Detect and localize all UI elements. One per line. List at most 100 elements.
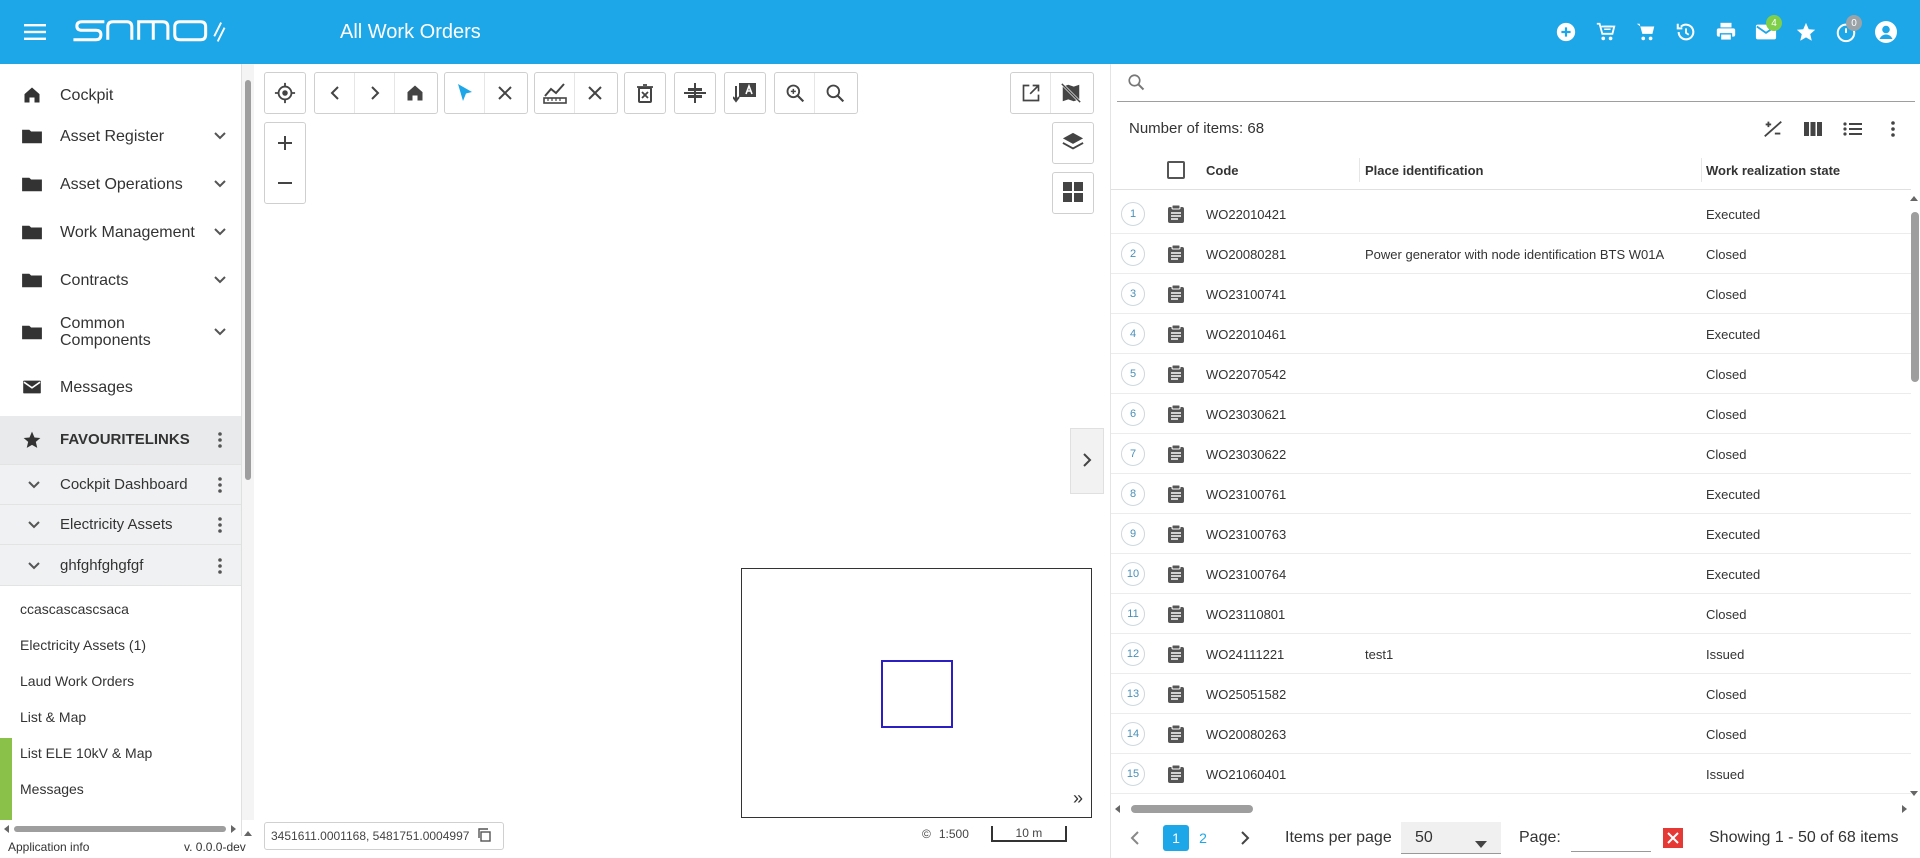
clipboard-icon[interactable] — [1165, 523, 1187, 545]
clear-map-icon[interactable] — [625, 73, 665, 113]
table-row[interactable]: 11 WO23110801 Closed — [1111, 594, 1911, 634]
row-number[interactable]: 12 — [1121, 642, 1145, 666]
table-row[interactable]: 7 WO23030622 Closed — [1111, 434, 1911, 474]
chevron-down-icon[interactable] — [22, 554, 46, 578]
layers-button[interactable] — [1052, 122, 1094, 164]
table-row[interactable]: 3 WO23100741 Closed — [1111, 274, 1911, 314]
table-row[interactable]: 15 WO21060401 Issued — [1111, 754, 1911, 794]
row-number[interactable]: 3 — [1121, 282, 1145, 306]
favourite-link[interactable]: Laud Work Orders — [20, 673, 134, 689]
close-icon[interactable] — [575, 73, 615, 113]
row-number[interactable]: 9 — [1121, 522, 1145, 546]
clipboard-icon[interactable] — [1165, 403, 1187, 425]
chevron-down-icon[interactable] — [210, 126, 230, 146]
row-number[interactable]: 15 — [1121, 762, 1145, 786]
clipboard-icon[interactable] — [1165, 203, 1187, 225]
sidebar-item-common-components[interactable]: Common Components — [0, 304, 240, 360]
search-field[interactable] — [1117, 64, 1915, 102]
table-row[interactable]: 10 WO23100764 Executed — [1111, 554, 1911, 594]
add-circle-icon[interactable] — [1546, 12, 1586, 52]
menu-icon[interactable] — [0, 0, 70, 64]
row-number[interactable]: 10 — [1121, 562, 1145, 586]
open-external-icon[interactable] — [1011, 73, 1051, 113]
chevron-down-icon[interactable] — [210, 322, 230, 342]
table-row[interactable]: 5 WO22070542 Closed — [1111, 354, 1911, 394]
locate-icon[interactable] — [265, 73, 305, 113]
favourite-link[interactable]: List ELE 10kV & Map — [20, 745, 152, 761]
chevron-down-icon[interactable] — [22, 473, 46, 497]
column-header-code[interactable]: Code — [1206, 163, 1239, 178]
zoom-search-icon[interactable] — [775, 73, 815, 113]
kebab-menu-icon[interactable] — [212, 515, 228, 535]
dashboard-button[interactable] — [1052, 172, 1094, 214]
sidebar-item-asset-register[interactable]: Asset Register — [0, 112, 240, 160]
row-number[interactable]: 8 — [1121, 482, 1145, 506]
chevron-left-icon[interactable] — [315, 73, 355, 113]
clipboard-icon[interactable] — [1165, 763, 1187, 785]
clipboard-icon[interactable] — [1165, 723, 1187, 745]
column-header-place[interactable]: Place identification — [1365, 163, 1483, 178]
row-number[interactable]: 14 — [1121, 722, 1145, 746]
row-number[interactable]: 1 — [1121, 202, 1145, 226]
chevron-down-icon[interactable] — [210, 270, 230, 290]
history-icon[interactable] — [1666, 12, 1706, 52]
overview-map[interactable]: » — [741, 568, 1092, 818]
kebab-menu-icon[interactable] — [212, 430, 228, 450]
table-row[interactable]: 1 WO22010421 Executed — [1111, 194, 1911, 234]
split-icon[interactable] — [675, 73, 715, 113]
collapse-panel-button[interactable] — [1070, 428, 1104, 494]
close-icon[interactable] — [485, 73, 525, 113]
map-view[interactable]: » 3451611.0001168, 5481751.0004997 © 1:50… — [258, 64, 1104, 858]
favourite-group-electricity-assets[interactable]: Electricity Assets — [0, 504, 241, 544]
overview-viewport[interactable] — [881, 660, 953, 728]
items-per-page-select[interactable]: 50 — [1401, 822, 1501, 854]
column-header-state[interactable]: Work realization state — [1706, 163, 1840, 178]
select-all-checkbox[interactable] — [1167, 161, 1185, 179]
favourite-link[interactable]: List & Map — [20, 709, 86, 725]
page-button-2[interactable]: 2 — [1193, 825, 1213, 851]
next-page-icon[interactable] — [1235, 825, 1255, 851]
table-row[interactable]: 12 WO24111221 test1 Issued — [1111, 634, 1911, 674]
clipboard-icon[interactable] — [1165, 483, 1187, 505]
table-vscrollbar-thumb[interactable] — [1911, 212, 1919, 382]
print-icon[interactable] — [1706, 12, 1746, 52]
search-icon[interactable] — [815, 73, 855, 113]
copy-icon[interactable] — [477, 827, 492, 845]
table-hscrollbar-thumb[interactable] — [1131, 805, 1253, 813]
chevron-down-icon[interactable] — [210, 222, 230, 242]
favourite-group-cockpit-dashboard[interactable]: Cockpit Dashboard — [0, 464, 241, 504]
zoom-in-button[interactable] — [265, 123, 305, 163]
table-row[interactable]: 9 WO23100763 Executed — [1111, 514, 1911, 554]
sidebar-item-asset-operations[interactable]: Asset Operations — [0, 160, 240, 208]
favourite-group-ghfghfghgfgf[interactable]: ghfghfghgfgf — [0, 544, 241, 586]
prev-page-icon[interactable] — [1125, 825, 1145, 851]
clear-page-icon[interactable] — [1663, 828, 1683, 848]
clipboard-icon[interactable] — [1165, 443, 1187, 465]
row-number[interactable]: 13 — [1121, 682, 1145, 706]
account-icon[interactable] — [1866, 12, 1906, 52]
measure-icon[interactable] — [535, 73, 575, 113]
chevron-right-icon[interactable] — [355, 73, 395, 113]
table-row[interactable]: 6 WO23030621 Closed — [1111, 394, 1911, 434]
samo-logo[interactable]: samo — [70, 0, 240, 64]
favourite-link[interactable]: Messages — [20, 781, 84, 797]
application-info-link[interactable]: Application info — [8, 840, 89, 854]
favourite-link[interactable]: ccascascascsaca — [20, 601, 129, 617]
map-off-icon[interactable] — [1051, 73, 1091, 113]
timer-icon[interactable]: 0 — [1826, 12, 1866, 52]
kebab-menu-icon[interactable] — [212, 556, 228, 576]
kebab-menu-icon[interactable] — [1879, 116, 1907, 142]
kebab-menu-icon[interactable] — [212, 475, 228, 495]
table-row[interactable]: 13 WO25051582 Closed — [1111, 674, 1911, 714]
search-input[interactable] — [1155, 67, 1895, 98]
clipboard-icon[interactable] — [1165, 363, 1187, 385]
sidebar-item-work-management[interactable]: Work Management — [0, 208, 240, 256]
home-icon[interactable] — [395, 73, 435, 113]
sidebar-scrollbar-thumb[interactable] — [245, 80, 251, 480]
clipboard-icon[interactable] — [1165, 563, 1187, 585]
cart-list-icon[interactable] — [1586, 12, 1626, 52]
collapse-overview-icon[interactable]: » — [1073, 788, 1083, 809]
clipboard-icon[interactable] — [1165, 683, 1187, 705]
row-number[interactable]: 4 — [1121, 322, 1145, 346]
favourites-header[interactable]: FAVOURITELINKS — [0, 416, 241, 464]
